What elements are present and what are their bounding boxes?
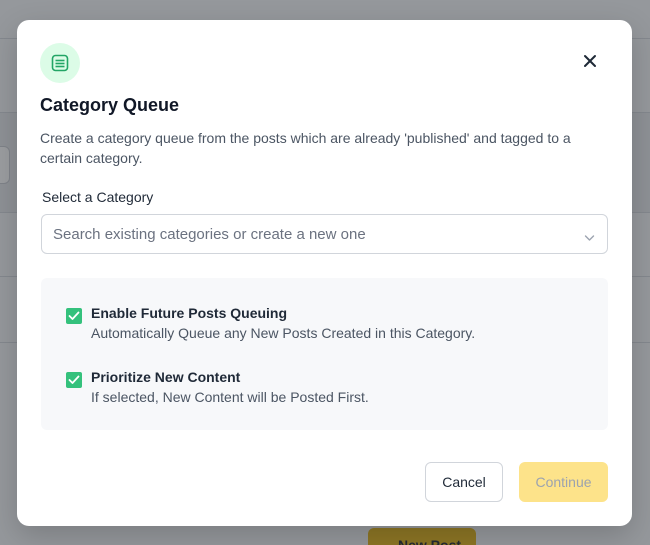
option-title: Enable Future Posts Queuing [91, 305, 288, 321]
queue-options-panel: Enable Future Posts Queuing Automaticall… [41, 278, 608, 430]
cancel-button[interactable]: Cancel [425, 462, 503, 502]
continue-button[interactable]: Continue [519, 462, 608, 502]
modal-title: Category Queue [40, 95, 180, 115]
category-queue-modal: Category Queue Create a category queue f… [17, 20, 632, 526]
option-title: Prioritize New Content [91, 369, 241, 385]
queue-list-icon [40, 43, 80, 83]
option-description: Automatically Queue any New Posts Create… [91, 325, 476, 341]
category-search-placeholder: Search existing categories or create a n… [53, 225, 366, 243]
close-icon[interactable] [579, 50, 601, 72]
prioritize-content-checkbox[interactable] [66, 372, 82, 388]
category-search-input[interactable]: Search existing categories or create a n… [41, 214, 608, 254]
chevron-down-icon[interactable] [584, 229, 595, 247]
modal-description: Create a category queue from the posts w… [40, 130, 571, 166]
future-posts-checkbox[interactable] [66, 308, 82, 324]
option-description: If selected, New Content will be Posted … [91, 389, 369, 405]
category-field-label: Select a Category [42, 189, 154, 205]
